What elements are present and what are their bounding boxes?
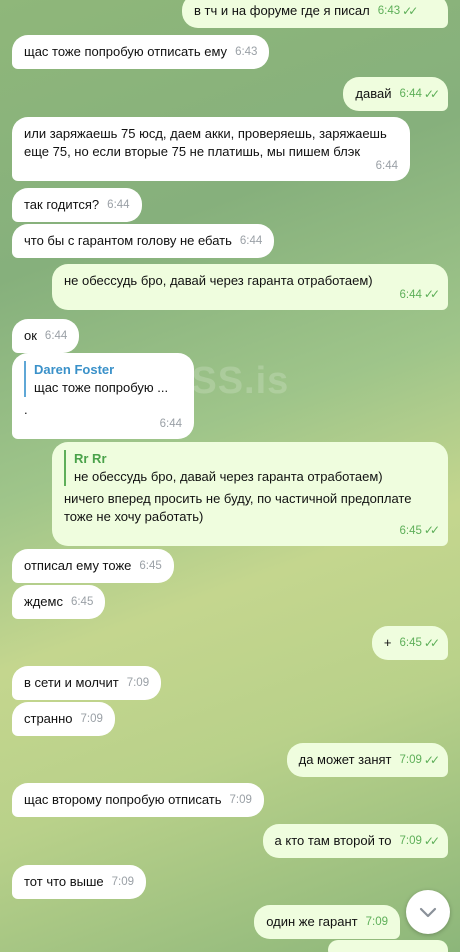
incoming-message[interactable]: в сети и молчит 7:09: [12, 666, 162, 700]
message-time: 6:44: [375, 160, 398, 172]
message-time: 6:44: [399, 88, 422, 100]
message-time: 7:09: [399, 835, 422, 847]
outgoing-message[interactable]: +6:45 ✓✓: [371, 626, 448, 660]
reply-text: щас тоже попробую ...: [34, 380, 169, 395]
message-text: ок: [24, 328, 37, 343]
message-time: 7:09: [111, 876, 135, 888]
read-checkmarks-icon: ✓✓: [423, 834, 440, 848]
message-text: щас второму попробую отписать: [24, 792, 222, 807]
outgoing-message[interactable]: Rr Rr не обессудь бро, давай через гаран…: [52, 442, 448, 546]
incoming-message[interactable]: что бы с гарантом голову не ебать 6:44: [12, 224, 275, 258]
message-time: 7:09: [229, 794, 252, 806]
incoming-message[interactable]: Daren Foster щас тоже попробую ... . 6:4…: [12, 353, 194, 439]
message-text: так годится?: [24, 197, 100, 212]
message-time: 7:09: [399, 754, 422, 766]
outgoing-message[interactable]: не обессудь бро, давай через гаранта отр…: [52, 264, 448, 310]
message-time: 6:45: [399, 637, 422, 649]
message-time: 6:43: [377, 5, 401, 17]
read-checkmarks-icon: ✓✓: [423, 753, 440, 767]
message-text: не обессудь бро, давай через гаранта отр…: [64, 273, 373, 288]
message-time: 6:44: [399, 289, 422, 301]
message-time: 6:44: [107, 199, 130, 211]
message-text: что бы с гарантом голову не ебать: [24, 233, 232, 248]
outgoing-message[interactable]: давай 6:44 ✓✓: [343, 77, 448, 111]
scroll-down-button[interactable]: [406, 890, 450, 934]
message-text: ничего вперед просить не буду, по частич…: [64, 491, 412, 524]
message-text: в сети и молчит: [24, 675, 119, 690]
incoming-message[interactable]: щас второму попробую отписать 7:09: [12, 783, 264, 817]
incoming-message[interactable]: так годится? 6:44: [12, 188, 142, 222]
message-time: 6:45: [70, 596, 94, 608]
reply-author: Daren Foster: [34, 362, 115, 377]
message-time: 6:44: [159, 418, 182, 430]
message-text: один же гарант: [266, 914, 358, 929]
read-checkmarks-icon: ✓✓: [423, 523, 440, 537]
reply-quote[interactable]: Rr Rr не обессудь бро, давай через гаран…: [64, 450, 436, 486]
message-text: .: [24, 402, 28, 417]
reply-author: Rr Rr: [74, 451, 107, 466]
incoming-message[interactable]: тот что выше 7:09: [12, 865, 147, 899]
message-text: давай: [355, 86, 392, 101]
message-time: 7:09: [126, 677, 150, 689]
incoming-message[interactable]: или заряжаешь 75 юсд, даем акки, проверя…: [12, 117, 410, 181]
incoming-message[interactable]: ок 6:44: [12, 319, 80, 353]
incoming-message[interactable]: щас тоже попробую отписать ему 6:43: [12, 35, 270, 69]
message-time: 6:43: [235, 46, 258, 58]
incoming-message[interactable]: ждемс 6:45: [12, 585, 106, 619]
outgoing-message[interactable]: один же гарант 7:09: [254, 905, 400, 939]
message-text: странно: [24, 711, 73, 726]
read-checkmarks-icon: ✓✓: [423, 87, 440, 101]
outgoing-message[interactable]: а кто там второй то 7:09 ✓✓: [262, 824, 448, 858]
message-text: или заряжаешь 75 юсд, даем акки, проверя…: [24, 126, 387, 159]
message-time: 7:09: [80, 713, 103, 725]
message-text: отписал ему тоже: [24, 558, 132, 573]
message-time: 6:44: [239, 235, 263, 247]
message-text: ждемс: [24, 594, 63, 609]
read-checkmarks-icon: ✓✓: [402, 4, 418, 18]
message-time: 6:44: [44, 330, 68, 342]
message-time: 6:45: [139, 560, 162, 572]
message-text: в тч и на форуме где я писал: [194, 3, 370, 18]
message-text: щас тоже попробую отписать ему: [24, 44, 228, 59]
read-checkmarks-icon: ✓✓: [423, 636, 440, 650]
reply-text: не обессудь бро, давай через гаранта отр…: [74, 469, 383, 484]
message-time: 7:09: [365, 916, 388, 928]
outgoing-message-partial[interactable]: [328, 940, 448, 952]
incoming-message[interactable]: отписал ему тоже 6:45: [12, 549, 174, 583]
read-checkmarks-icon: ✓✓: [423, 287, 440, 301]
reply-quote[interactable]: Daren Foster щас тоже попробую ...: [24, 361, 182, 397]
message-text: а кто там второй то: [274, 833, 392, 848]
message-text: да может занят: [298, 752, 392, 767]
chevron-down-icon: [419, 907, 437, 918]
message-text: +: [383, 635, 392, 650]
message-text: тот что выше: [24, 874, 104, 889]
outgoing-message[interactable]: да может занят 7:09 ✓✓: [286, 743, 448, 777]
outgoing-message[interactable]: в тч и на форуме где я писал 6:43 ✓✓: [182, 0, 448, 28]
chat-area[interactable]: XSS.is в тч и на форуме где я писал 6:43 ✓…: [0, 0, 460, 952]
message-time: 6:45: [399, 525, 422, 537]
incoming-message[interactable]: странно 7:09: [12, 702, 115, 736]
